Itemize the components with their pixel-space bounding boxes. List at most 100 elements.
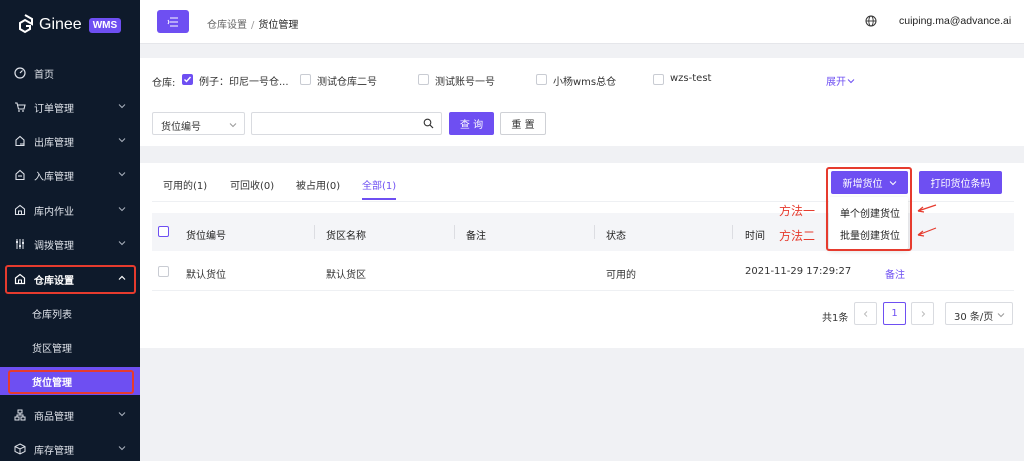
chevron-down-icon [118,138,126,143]
tab-available[interactable]: 可用的(1) [163,177,207,192]
column-divider [594,225,595,239]
column-header: 货区名称 [326,231,366,242]
sidebar-item-label: 出库管理 [34,137,74,149]
page-size-select[interactable]: 30 条/页 [945,302,1013,325]
warehouse-option-label[interactable]: 小杨wms总仓 [553,73,616,88]
wms-badge: WMS [88,17,122,33]
tab-recyclable[interactable]: 可回收(0) [230,177,274,192]
chevron-down-icon [118,241,126,246]
column-divider [314,225,315,239]
sidebar-item-label: 订单管理 [34,103,74,115]
zone-name: 默认货区 [326,270,366,281]
sidebar-item-inbound[interactable]: 入库管理 [0,161,140,189]
inbound-icon [14,169,26,181]
warehouse-checkbox[interactable] [653,74,664,85]
warehouse-option-label[interactable]: 测试账号一号 [435,73,495,88]
sidebar-subitem-zone-management[interactable]: 货区管理 [0,333,140,361]
print-barcode-button[interactable]: 打印货位条码 [919,171,1002,194]
search-input[interactable] [251,112,442,135]
annotation-method-one: 方法一 [779,204,816,218]
column-header: 备注 [466,231,486,242]
query-button[interactable]: 查 询 [449,112,494,135]
sidebar-item-label: 首页 [34,69,54,81]
next-page-button[interactable] [911,302,934,325]
sidebar-item-transfer[interactable]: 调拨管理 [0,230,140,258]
sidebar-subitem-label: 仓库列表 [32,309,72,321]
sidebar-item-inventory[interactable]: 库存管理 [0,435,140,461]
breadcrumb-separator: / [251,20,255,31]
select-all-checkbox[interactable] [158,226,169,237]
sidebar-item-orders[interactable]: 订单管理 [0,93,140,121]
menu-toggle-button[interactable] [157,10,189,33]
sidebar-item-label: 库内作业 [34,206,74,218]
brand-name: Ginee [39,16,82,33]
sidebar-subitem-warehouse-list[interactable]: 仓库列表 [0,299,140,327]
globe-icon[interactable] [865,15,877,27]
sidebar: Ginee WMS 首页 订单管理 出库管理 入库管理 库内作业 调拨管理 仓库… [0,0,140,461]
outbound-icon [14,135,26,147]
warehouse-checkbox[interactable] [300,74,311,85]
total-count: 共1条 [822,313,849,324]
sidebar-item-outbound[interactable]: 出库管理 [0,127,140,155]
highlight-box [8,370,134,394]
location-time: 2021-11-29 17:29:27 [745,266,852,277]
chevron-left-icon [863,310,867,317]
field-select[interactable]: 货位编号 [152,112,245,135]
page-size-value: 30 条/页 [954,312,994,323]
warehouse-option-label[interactable]: 测试仓库二号 [317,73,377,88]
transfer-icon [14,238,26,250]
chevron-down-icon [847,79,855,84]
chevron-down-icon [118,446,126,451]
page-number[interactable]: 1 [883,302,906,325]
warehouse-option-label[interactable]: 例子：印尼一号仓... [199,73,289,88]
tab-all[interactable]: 全部(1) [362,177,396,192]
sidebar-item-warehouse-ops[interactable]: 库内作业 [0,196,140,224]
product-icon [14,409,26,421]
topbar: 仓库设置 / 货位管理 cuiping.ma@advance.ai [140,0,1024,44]
warehouse-checkbox[interactable] [418,74,429,85]
column-header: 货位编号 [186,231,226,242]
highlight-box [826,167,912,251]
sidebar-subitem-label: 货区管理 [32,343,72,355]
row-checkbox[interactable] [158,266,169,277]
column-divider [454,225,455,239]
sidebar-item-label: 库存管理 [34,445,74,457]
active-tab-indicator [362,198,396,200]
highlight-box [5,265,136,294]
breadcrumb-current: 货位管理 [258,20,299,31]
chevron-down-icon [118,104,126,109]
sidebar-item-label: 入库管理 [34,171,74,183]
reset-button[interactable]: 重 置 [500,112,546,135]
breadcrumb: 仓库设置 / 货位管理 [207,16,298,31]
warehouse-option-label[interactable]: wzs-test [670,73,711,84]
user-account[interactable]: cuiping.ma@advance.ai [899,15,1011,27]
expand-link[interactable]: 展开 [826,73,855,88]
sidebar-item-label: 调拨管理 [34,240,74,252]
field-select-value: 货位编号 [161,122,201,133]
chevron-down-icon [229,123,237,128]
warehouse-checkbox[interactable] [536,74,547,85]
filter-panel: 仓库: 例子：印尼一号仓... 测试仓库二号 测试账号一号 小杨wms总仓 wz… [140,58,1024,146]
table-row: 默认货位 默认货区 可用的 2021-11-29 17:29:27 备注 [152,251,1014,291]
chevron-down-icon [118,172,126,177]
column-divider [732,225,733,239]
tab-occupied[interactable]: 被占用(0) [296,177,340,192]
chevron-right-icon [921,310,925,317]
location-status: 可用的 [606,270,636,281]
prev-page-button[interactable] [854,302,877,325]
logo: Ginee WMS [16,10,122,40]
expand-label: 展开 [826,77,846,88]
note-action-link[interactable]: 备注 [885,266,905,281]
search-icon[interactable] [423,118,434,129]
chevron-down-icon [118,207,126,212]
menu-icon [167,17,178,26]
sidebar-item-home[interactable]: 首页 [0,59,140,87]
ginee-logo-icon [19,14,33,34]
breadcrumb-parent[interactable]: 仓库设置 [207,20,247,31]
check-icon [184,76,192,83]
arrow-icon [917,227,937,237]
sidebar-item-products[interactable]: 商品管理 [0,401,140,429]
warehouse-checkbox[interactable] [182,74,193,85]
warehouse-label: 仓库: [152,78,176,89]
annotation-method-two: 方法二 [779,229,816,243]
